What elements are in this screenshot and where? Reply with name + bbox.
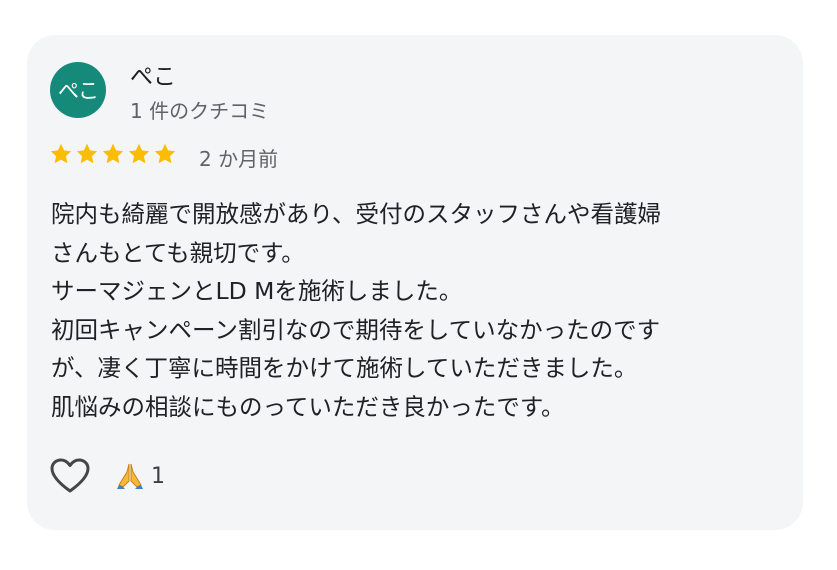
review-text-line: 院内も綺麗で開放感があり、受付のスタッフさんや看護婦 — [51, 200, 662, 228]
star-rating — [49, 142, 177, 166]
review-text-line: 肌悩みの相談にものっていただき良かったです。 — [51, 392, 565, 421]
heart-outline-icon — [50, 458, 90, 493]
avatar[interactable]: ぺこ — [50, 62, 106, 118]
review-text-line: 初回キャンペーン割引なので期待をしていなかったのです — [51, 315, 661, 344]
review-text-line: サーマジェンとLD Mを施術しました。 — [51, 277, 463, 305]
folded-hands-icon — [117, 463, 143, 489]
review-text-line: さんもとても親切です。 — [51, 238, 305, 267]
review-time: 2 か月前 — [199, 147, 279, 171]
like-button[interactable] — [49, 455, 91, 497]
review-text: 院内も綺麗で開放感があり、受付のスタッフさんや看護婦 さんもとても親切です。 サ… — [51, 195, 791, 426]
star-icon — [154, 143, 176, 164]
star-icon — [50, 143, 72, 164]
author-review-count: 1 件のクチコミ — [130, 99, 270, 123]
avatar-initials: ぺこ — [58, 79, 99, 103]
review-text-line: が、凄く丁寧に時間をかけて施術していただきました。 — [51, 354, 638, 382]
reaction-button[interactable]: 1 — [115, 461, 165, 491]
star-icon — [102, 143, 124, 164]
author-name[interactable]: ぺこ — [130, 57, 176, 91]
review-card: ぺこ ぺこ 1 件のクチコミ 2 か月前 院内も綺麗で開放感があり、受付のスタッ… — [27, 35, 803, 530]
review-actions: 1 — [49, 455, 165, 497]
star-icon — [128, 143, 150, 164]
reaction-count: 1 — [151, 463, 165, 489]
star-icon — [76, 143, 98, 164]
